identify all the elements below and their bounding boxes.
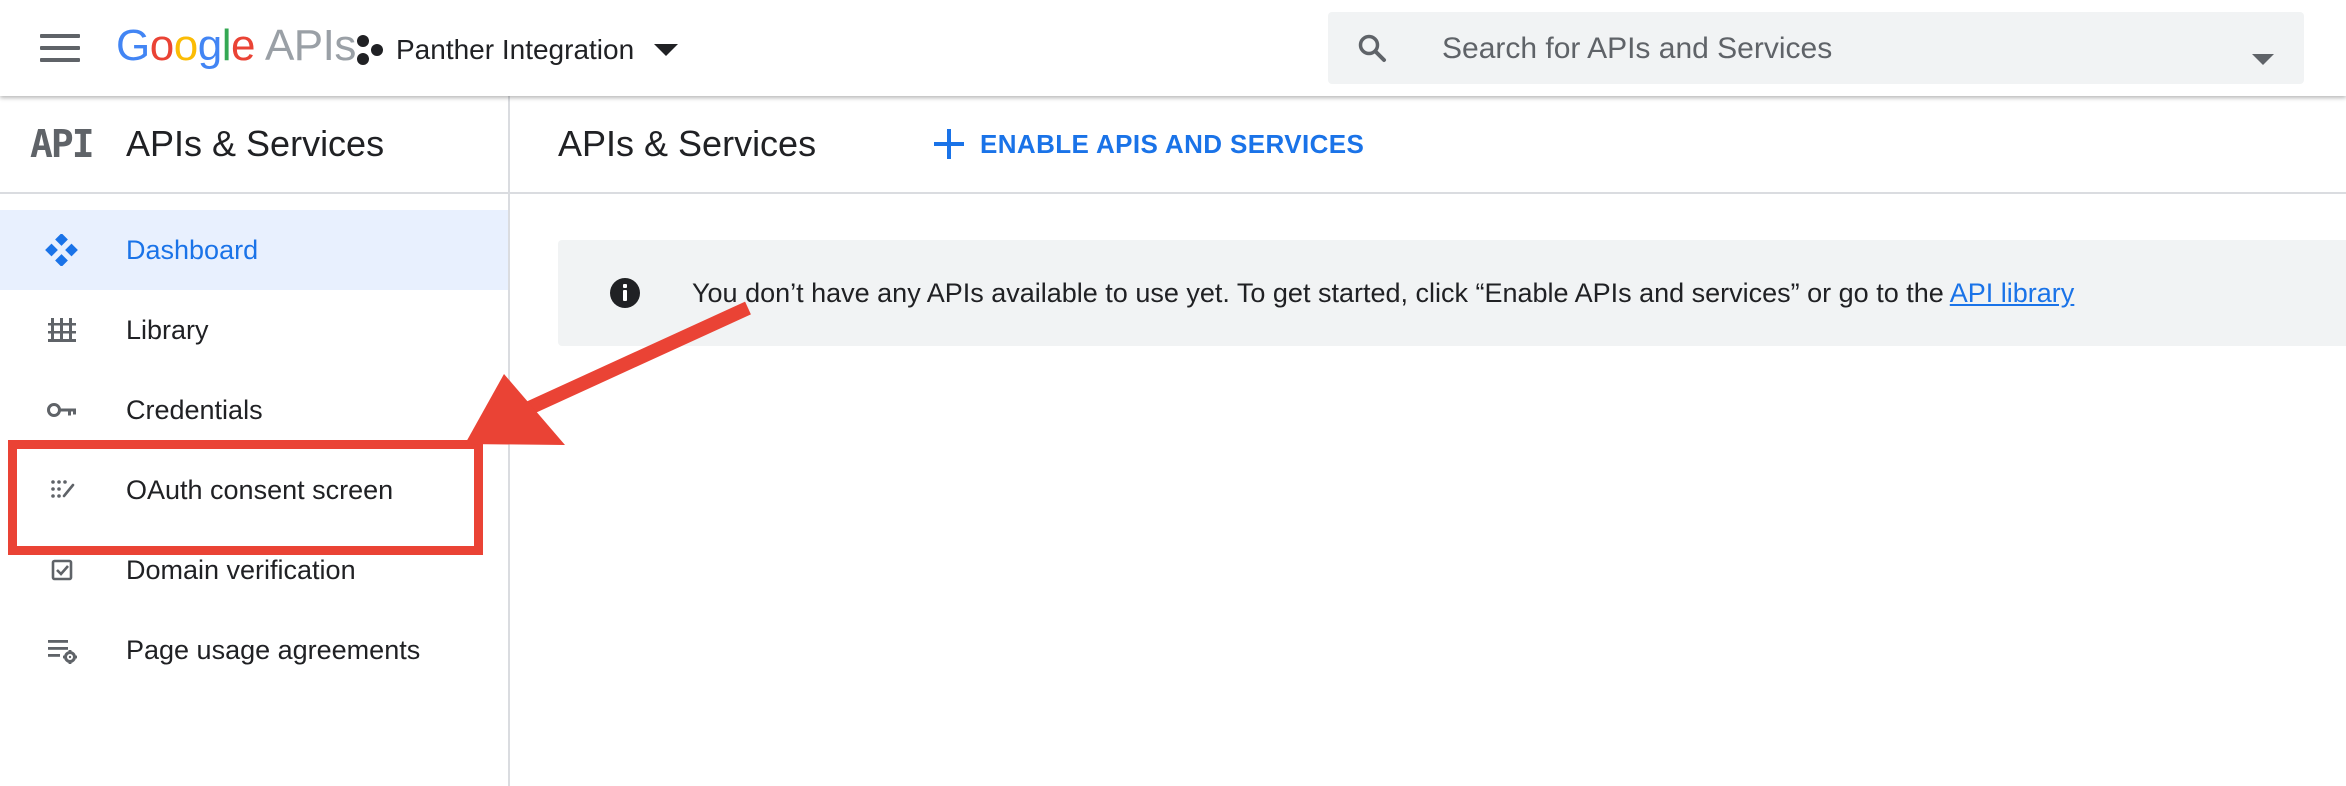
sidebar-item-label: Dashboard	[126, 235, 259, 265]
settings-list-icon	[48, 640, 77, 664]
annotation-highlight-box	[8, 440, 483, 555]
sidebar-item-page-usage-agreements[interactable]: Page usage agreements	[0, 610, 508, 690]
hamburger-menu-icon[interactable]	[40, 32, 84, 64]
main-header: APIs & Services ENABLE APIS AND SERVICES	[510, 96, 2346, 194]
search-dropdown-icon[interactable]	[2252, 54, 2274, 65]
enable-apis-label: ENABLE APIS AND SERVICES	[980, 128, 1365, 159]
chevron-down-icon	[654, 44, 679, 56]
sidebar-title: APIs & Services	[126, 123, 385, 164]
logo-apis-text: APIs	[264, 21, 356, 70]
sidebar-item-label: Domain verification	[126, 555, 356, 585]
top-app-bar: Google APIs Panther Integration	[0, 0, 2346, 96]
logo-letter: o	[149, 21, 174, 70]
sidebar-item-label: Page usage agreements	[126, 635, 421, 665]
sidebar-item-dashboard[interactable]: Dashboard	[0, 210, 508, 290]
info-banner: You don’t have any APIs available to use…	[558, 240, 2346, 346]
sidebar-item-label: Credentials	[126, 395, 263, 425]
search-input[interactable]	[1440, 26, 2204, 72]
enable-apis-button[interactable]: ENABLE APIS AND SERVICES	[934, 120, 1364, 168]
sidebar-item-label: Library	[126, 315, 209, 345]
search-bar[interactable]	[1328, 12, 2304, 84]
checkbox-icon	[51, 559, 73, 581]
logo-letter: G	[116, 21, 150, 70]
banner-text: You don’t have any APIs available to use…	[692, 278, 1950, 308]
banner-message: You don’t have any APIs available to use…	[692, 274, 2074, 312]
plus-icon	[934, 129, 964, 159]
dashboard-icon	[45, 234, 78, 266]
project-dots-icon	[357, 35, 383, 65]
project-selector[interactable]: Panther Integration	[356, 28, 679, 72]
api-library-link[interactable]: API library	[1950, 278, 2075, 308]
logo-letter: o	[173, 21, 198, 70]
library-icon	[48, 318, 76, 342]
logo-letter: e	[230, 21, 255, 70]
project-name: Panther Integration	[396, 34, 635, 65]
google-apis-logo[interactable]: Google APIs	[116, 20, 356, 72]
api-badge-icon: API	[30, 122, 95, 166]
page-title: APIs & Services	[558, 123, 817, 164]
sidebar-item-library[interactable]: Library	[0, 290, 508, 370]
sidebar-header: API APIs & Services	[0, 96, 508, 194]
key-icon	[47, 403, 76, 417]
info-icon	[610, 278, 640, 308]
search-icon	[1358, 34, 1386, 62]
logo-letter: g	[197, 21, 222, 70]
sidebar-item-credentials[interactable]: Credentials	[0, 370, 508, 450]
logo-letter: l	[221, 21, 232, 70]
